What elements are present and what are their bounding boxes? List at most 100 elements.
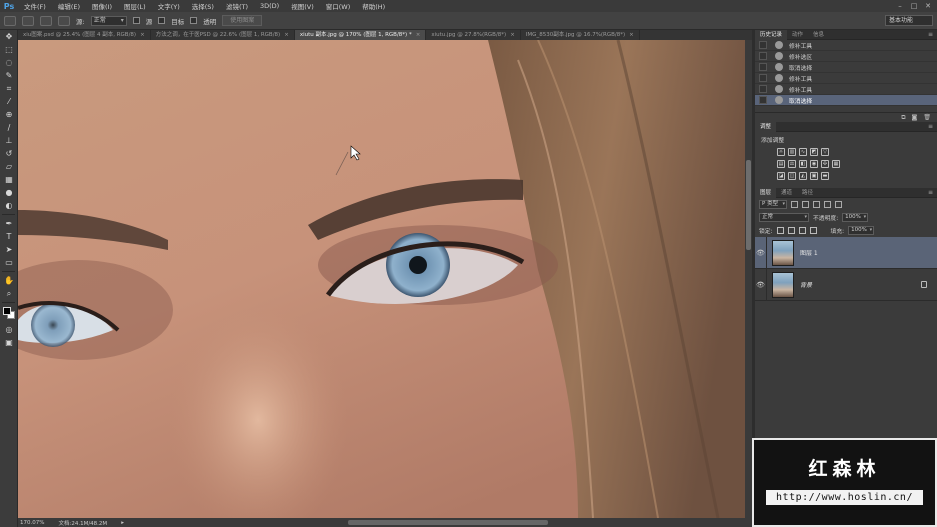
tab-adjustments[interactable]: 调整 [755, 121, 777, 132]
fill-input[interactable]: 100% [848, 226, 875, 235]
menu-window[interactable]: 窗口(W) [320, 1, 357, 11]
panel-menu-icon[interactable]: ≡ [928, 123, 933, 130]
eraser-icon[interactable]: ▱ [0, 160, 18, 173]
gradient-map-icon[interactable]: ▬ [821, 172, 829, 180]
history-item[interactable]: 取消选择 [755, 62, 937, 73]
doc-tab[interactable]: 方法之调，在于医PSD @ 22.6% (图层 1, RGB/8) × [151, 30, 295, 40]
clone-stamp-icon[interactable]: ⊥ [0, 134, 18, 147]
doc-tab[interactable]: xiutu.jpg @ 27.8%(RGB/8*) × [426, 30, 521, 40]
tab-channels[interactable]: 通道 [776, 188, 797, 198]
vibrance-icon[interactable]: ▽ [821, 148, 829, 156]
lock-pixels-icon[interactable] [787, 227, 795, 234]
gradient-icon[interactable]: ▦ [0, 173, 18, 186]
brightness-icon[interactable]: ☼ [777, 148, 785, 156]
layer-filter-select[interactable]: P 类型 [759, 200, 787, 209]
selective-color-icon[interactable]: ▣ [810, 172, 818, 180]
history-checkbox[interactable] [759, 63, 767, 71]
new-document-from-state-icon[interactable]: ⧉ [901, 114, 905, 122]
tab-layers[interactable]: 图层 [755, 187, 777, 198]
tab-paths[interactable]: 路径 [797, 188, 818, 198]
blend-mode-select[interactable]: 正常 [759, 213, 809, 222]
hue-saturation-icon[interactable]: ▤ [777, 160, 785, 168]
hand-icon[interactable]: ✋ [0, 274, 18, 287]
photo-filter-icon[interactable]: ◉ [810, 160, 818, 168]
menu-layer[interactable]: 图层(L) [118, 1, 152, 11]
status-arrow-icon[interactable]: ▸ [121, 520, 124, 526]
shape-icon[interactable]: ▭ [0, 256, 18, 269]
channel-mixer-icon[interactable]: ✣ [821, 160, 829, 168]
add-selection-icon[interactable] [40, 15, 52, 26]
trash-icon[interactable]: 🗑 [923, 114, 931, 121]
lasso-icon[interactable]: ◌ [0, 56, 18, 69]
menu-image[interactable]: 图像(I) [86, 1, 118, 11]
menu-select[interactable]: 选择(S) [186, 1, 220, 11]
filter-type-icon[interactable] [813, 201, 820, 208]
tool-preset-icon[interactable] [4, 15, 16, 26]
panel-menu-icon[interactable]: ≡ [928, 189, 933, 196]
pen-icon[interactable]: ✒ [0, 217, 18, 230]
quick-select-icon[interactable]: ✎ [0, 69, 18, 82]
brush-icon[interactable]: ∕ [0, 121, 18, 134]
color-swatches[interactable] [0, 305, 18, 323]
eyedropper-icon[interactable]: ⁄ [0, 95, 18, 108]
quick-mask-icon[interactable]: ◎ [0, 323, 18, 336]
workspace-select[interactable]: 基本功能 [885, 15, 933, 26]
crop-icon[interactable]: ⌗ [0, 82, 18, 95]
close-icon[interactable]: × [510, 32, 515, 38]
vertical-scrollbar[interactable] [745, 40, 752, 518]
visibility-eye-icon[interactable]: 👁 [755, 236, 767, 269]
doc-tab-active[interactable]: xiutu 副本.jpg @ 170% (图层 1, RGB/8*) * × [294, 30, 427, 40]
tab-history[interactable]: 历史记录 [755, 29, 788, 40]
healing-brush-icon[interactable]: ⊕ [0, 108, 18, 121]
curves-icon[interactable]: ∿ [799, 148, 807, 156]
history-checkbox[interactable] [759, 41, 767, 49]
transparent-checkbox[interactable] [190, 17, 198, 24]
black-white-icon[interactable]: ◧ [799, 160, 807, 168]
close-icon[interactable]: × [140, 32, 145, 38]
menu-edit[interactable]: 编辑(E) [52, 1, 86, 11]
move-icon[interactable]: ✥ [0, 30, 18, 43]
blur-icon[interactable]: ● [0, 186, 18, 199]
doc-tab[interactable]: IMG_8530副本.jpg @ 16.7%(RGB/8*) × [521, 30, 640, 40]
history-item[interactable]: 修补选区 [755, 51, 937, 62]
marquee-icon[interactable]: ⬚ [0, 43, 18, 56]
document-canvas[interactable] [18, 40, 745, 518]
source-radio[interactable] [132, 17, 140, 24]
history-item-selected[interactable]: 取消选择 [755, 95, 937, 106]
close-icon[interactable]: × [416, 32, 421, 38]
panel-menu-icon[interactable]: ≡ [928, 31, 933, 38]
layer-row[interactable]: 👁 背景 [755, 268, 937, 301]
destination-radio[interactable] [158, 17, 166, 24]
levels-icon[interactable]: ▥ [788, 148, 796, 156]
maximize-icon[interactable]: □ [907, 0, 921, 12]
foreground-color[interactable] [3, 307, 11, 315]
opacity-input[interactable]: 100% [842, 213, 869, 222]
history-checkbox[interactable] [759, 74, 767, 82]
scrollbar-thumb[interactable] [746, 160, 751, 250]
close-icon[interactable]: × [629, 32, 634, 38]
layer-row-selected[interactable]: 👁 图层 1 [755, 236, 937, 269]
invert-icon[interactable]: ◪ [777, 172, 785, 180]
filter-adjustment-icon[interactable] [802, 201, 809, 208]
filter-shape-icon[interactable] [824, 201, 831, 208]
zoom-level[interactable]: 170.07% [20, 520, 44, 526]
menu-help[interactable]: 帮助(H) [356, 1, 391, 11]
history-brush-icon[interactable]: ↺ [0, 147, 18, 160]
type-icon[interactable]: T [0, 230, 18, 243]
posterize-icon[interactable]: ◫ [788, 172, 796, 180]
color-balance-icon[interactable]: ⚖ [788, 160, 796, 168]
mode-select[interactable]: 正常 [90, 15, 127, 26]
dodge-icon[interactable]: ◐ [0, 199, 18, 212]
color-lookup-icon[interactable]: ▦ [832, 160, 840, 168]
history-checkbox[interactable] [759, 96, 767, 104]
menu-view[interactable]: 视图(V) [285, 1, 320, 11]
history-item[interactable]: 修补工具 [755, 73, 937, 84]
history-checkbox[interactable] [759, 52, 767, 60]
tab-actions[interactable]: 动作 [787, 30, 808, 40]
doc-tab[interactable]: xiu图案.psd @ 25.4% (图层 4 副本, RGB/8) × [18, 30, 151, 40]
history-item[interactable]: 修补工具 [755, 40, 937, 51]
minimize-icon[interactable]: – [893, 0, 907, 12]
horizontal-scrollbar[interactable] [348, 520, 548, 525]
lock-transparent-icon[interactable] [776, 227, 784, 234]
tab-info[interactable]: 信息 [808, 30, 829, 40]
